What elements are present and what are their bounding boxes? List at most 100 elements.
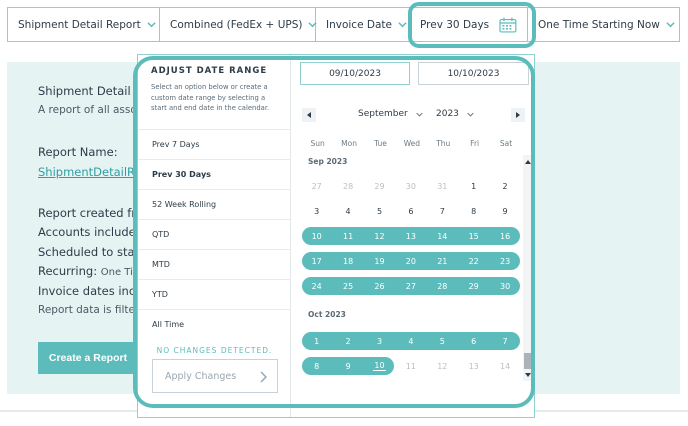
report-type-label: Shipment Detail Report <box>18 18 141 31</box>
calendar-day[interactable]: 9 <box>332 357 363 375</box>
calendar-day[interactable]: 13 <box>458 357 489 375</box>
calendar-day[interactable]: 29 <box>364 177 395 195</box>
calendar-day[interactable]: 9 <box>489 202 520 220</box>
next-month-button[interactable] <box>511 108 525 122</box>
date-field-dropdown[interactable]: Invoice Date <box>316 8 410 41</box>
calendar-day[interactable]: 4 <box>395 332 426 350</box>
report-name-label: Report Name: <box>38 145 118 159</box>
calendar-day[interactable]: 20 <box>395 252 426 270</box>
calendar-day-number: 25 <box>342 281 354 291</box>
scroll-thumb[interactable] <box>524 353 531 369</box>
calendar-day[interactable]: 13 <box>395 227 426 245</box>
calendar-day[interactable]: 25 <box>332 277 363 295</box>
carrier-dropdown[interactable]: Combined (FedEx + UPS) <box>160 8 318 41</box>
calendar-icon <box>499 17 517 33</box>
calendar-month-label: Oct 2023 <box>308 310 346 319</box>
weekday-label: Thu <box>436 139 451 148</box>
calendar-day[interactable]: 31 <box>427 177 458 195</box>
calendar-day[interactable]: 17 <box>301 252 332 270</box>
year-select[interactable]: 2023 <box>436 109 474 119</box>
prev-month-button[interactable] <box>302 108 316 122</box>
calendar-day[interactable]: 15 <box>458 227 489 245</box>
calendar-day[interactable]: 11 <box>395 357 426 375</box>
chevron-down-icon <box>666 22 675 28</box>
calendar-day[interactable]: 24 <box>301 277 332 295</box>
date-range-selector[interactable]: Prev 30 Days <box>410 8 528 41</box>
calendar-day-number: 3 <box>314 206 320 216</box>
calendar-day[interactable]: 8 <box>301 357 332 375</box>
year-select-value: 2023 <box>436 109 459 119</box>
calendar-day[interactable]: 19 <box>364 252 395 270</box>
calendar-scrollbar[interactable] <box>523 155 532 381</box>
calendar-day[interactable]: 23 <box>489 252 520 270</box>
calendar-day[interactable]: 26 <box>364 277 395 295</box>
month-select[interactable]: September <box>358 109 423 119</box>
calendar-day[interactable]: 14 <box>427 227 458 245</box>
preset-prev-30-days[interactable]: Prev 30 Days <box>138 159 291 189</box>
calendar-day[interactable]: 10 <box>301 227 332 245</box>
report-title: Shipment Detail Re <box>38 84 149 98</box>
calendar-day[interactable]: 2 <box>489 177 520 195</box>
calendar-day[interactable]: 16 <box>489 227 520 245</box>
chevron-down-icon <box>398 22 407 28</box>
preset-qtd[interactable]: QTD <box>138 219 291 249</box>
month-select-value: September <box>358 109 408 119</box>
weekday-label: Sat <box>499 139 513 148</box>
calendar-day[interactable]: 1 <box>301 332 332 350</box>
scroll-down-button[interactable] <box>523 370 532 379</box>
calendar-day[interactable]: 27 <box>301 177 332 195</box>
schedule-dropdown[interactable]: One Time Starting Now <box>528 8 685 41</box>
calendar-day[interactable]: 30 <box>489 277 520 295</box>
report-description: A report of all asso <box>38 104 137 116</box>
calendar-day[interactable]: 6 <box>458 332 489 350</box>
calendar-day[interactable]: 14 <box>489 357 520 375</box>
calendar-day[interactable]: 18 <box>332 252 363 270</box>
calendar-day-number: 11 <box>405 361 416 371</box>
start-date-input[interactable]: 09/10/2023 <box>300 62 410 85</box>
preset-mtd[interactable]: MTD <box>138 249 291 279</box>
calendar-day-number: 30 <box>405 181 416 191</box>
recurring-label: Recurring: <box>38 264 98 278</box>
calendar-day[interactable]: 21 <box>427 252 458 270</box>
calendar-day[interactable]: 7 <box>489 332 520 350</box>
calendar-day-number: 10 <box>311 231 322 241</box>
calendar-day-number: 17 <box>311 256 322 266</box>
calendar-day[interactable]: 27 <box>395 277 426 295</box>
report-type-dropdown[interactable]: Shipment Detail Report <box>8 8 160 41</box>
calendar-day[interactable]: 29 <box>458 277 489 295</box>
report-name-link[interactable]: ShipmentDetailRe <box>38 165 142 179</box>
calendar-day[interactable]: 2 <box>332 332 363 350</box>
calendar-day-number: 7 <box>439 206 445 216</box>
preset-52-week-rolling[interactable]: 52 Week Rolling <box>138 189 291 219</box>
calendar-day-number: 5 <box>439 336 445 346</box>
calendar-day-number: 11 <box>342 231 354 241</box>
scroll-up-button[interactable] <box>523 157 532 166</box>
calendar-day-today[interactable]: 10 <box>364 357 395 375</box>
preset-ytd[interactable]: YTD <box>138 279 291 309</box>
preset-prev-7-days[interactable]: Prev 7 Days <box>138 129 291 159</box>
calendar-day-number: 9 <box>345 361 351 371</box>
calendar-day[interactable]: 4 <box>332 202 363 220</box>
preset-all-time[interactable]: All Time <box>138 309 291 339</box>
calendar-day[interactable]: 6 <box>395 202 426 220</box>
calendar-day-number: 12 <box>374 231 385 241</box>
calendar-day[interactable]: 12 <box>427 357 458 375</box>
calendar-day[interactable]: 30 <box>395 177 426 195</box>
calendar-day[interactable]: 7 <box>427 202 458 220</box>
calendar-day[interactable]: 8 <box>458 202 489 220</box>
calendar-day[interactable]: 3 <box>301 202 332 220</box>
calendar-day[interactable]: 5 <box>364 202 395 220</box>
calendar-day[interactable]: 28 <box>332 177 363 195</box>
end-date-input[interactable]: 10/10/2023 <box>418 62 529 85</box>
calendar-day[interactable]: 3 <box>364 332 395 350</box>
panel-title: ADJUST DATE RANGE <box>151 66 268 76</box>
apply-changes-button[interactable]: Apply Changes <box>152 359 278 393</box>
calendar-day[interactable]: 12 <box>364 227 395 245</box>
calendar-day[interactable]: 11 <box>332 227 363 245</box>
calendar-day[interactable]: 1 <box>458 177 489 195</box>
calendar-day-number: 6 <box>408 206 414 216</box>
calendar-day[interactable]: 5 <box>427 332 458 350</box>
calendar-day[interactable]: 28 <box>427 277 458 295</box>
create-report-button[interactable]: Create a Report <box>38 342 138 374</box>
calendar-day[interactable]: 22 <box>458 252 489 270</box>
